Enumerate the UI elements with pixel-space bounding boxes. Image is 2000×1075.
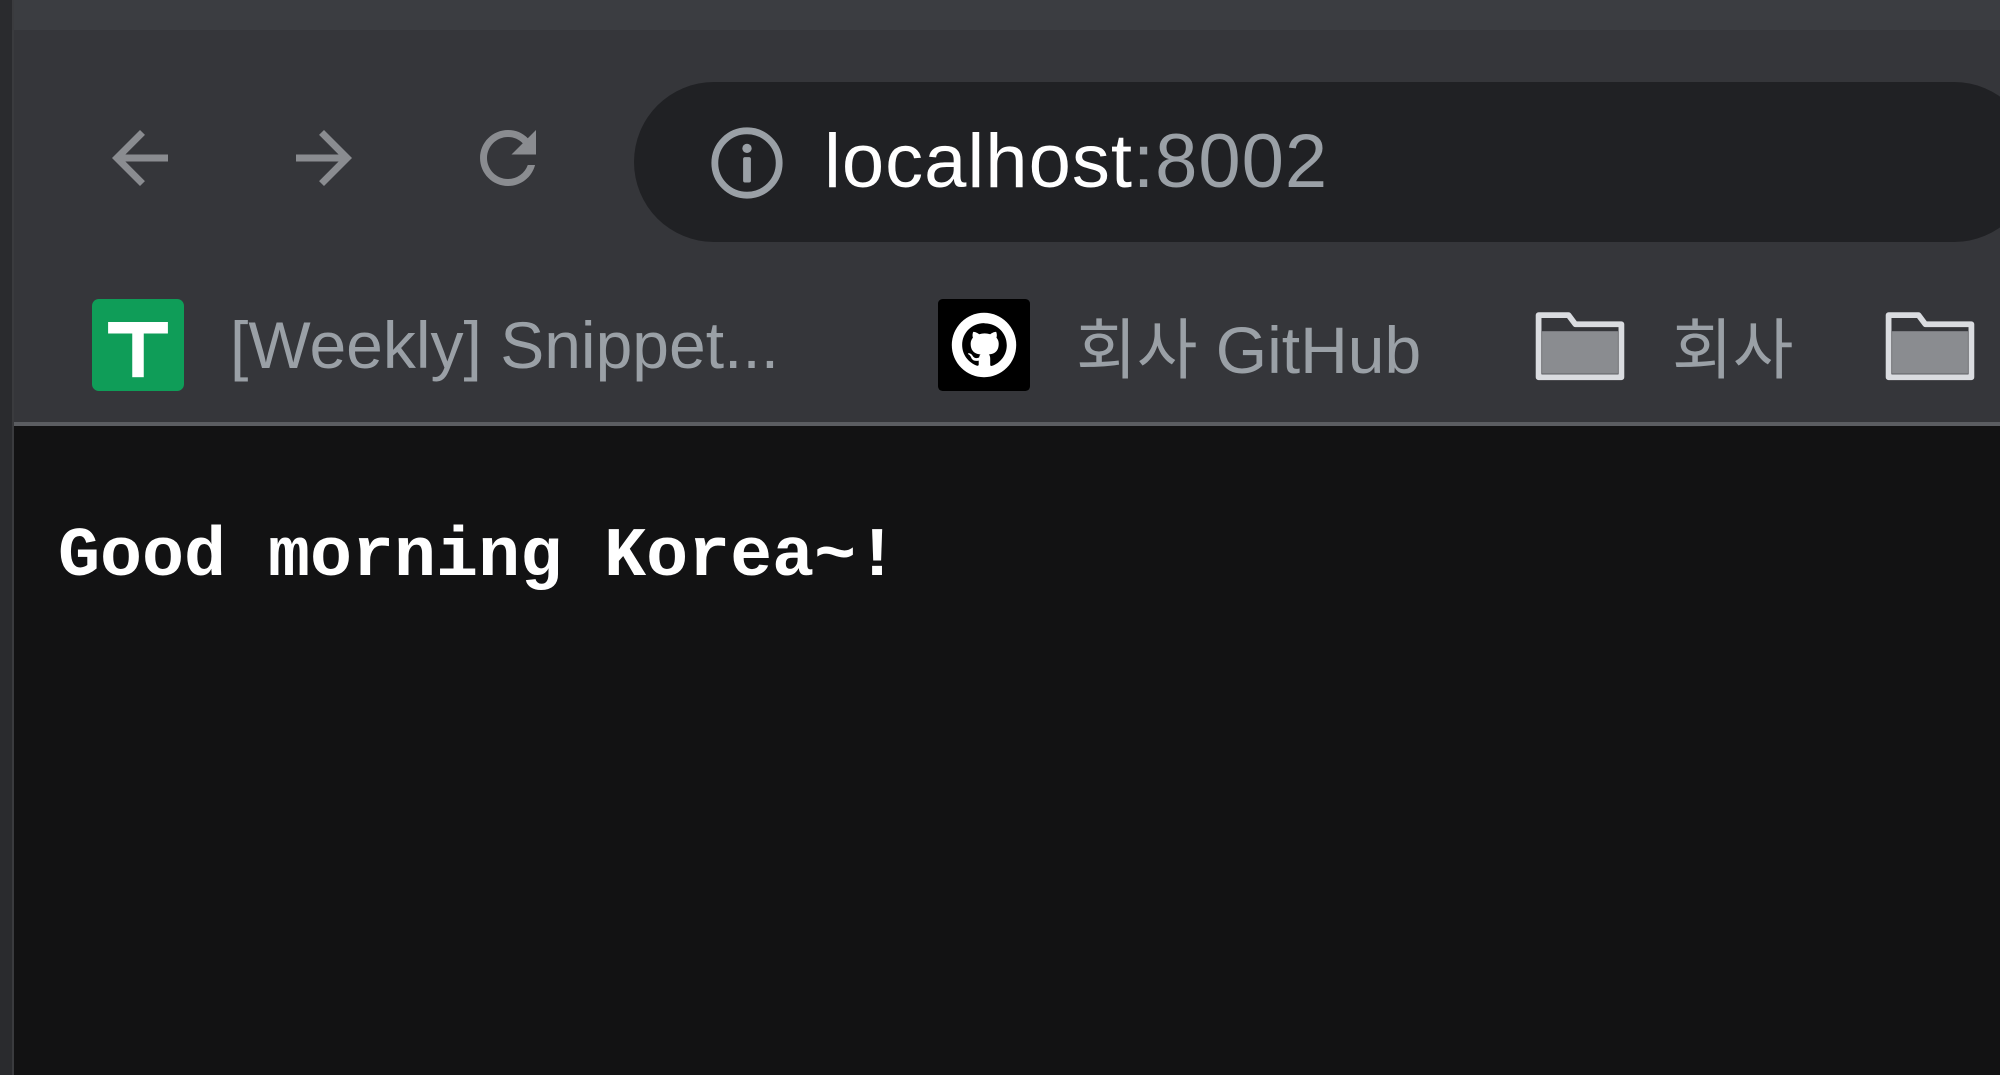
bookmark-folder-company[interactable]: 회사 (1534, 266, 1793, 424)
reload-icon (480, 130, 536, 186)
browser-toolbar: localhost:8002 (14, 30, 2000, 266)
info-icon[interactable] (708, 124, 786, 202)
arrow-left-icon (112, 130, 168, 186)
greeting-text: Good morning Korea~! (58, 518, 899, 597)
tab-strip (14, 0, 2000, 30)
url-text: localhost:8002 (824, 112, 1328, 212)
google-sheets-icon (92, 299, 184, 391)
page-content: Good morning Korea~! (14, 426, 2000, 1075)
back-button[interactable] (92, 110, 188, 206)
forward-button[interactable] (276, 110, 372, 206)
window-left-edge (0, 0, 14, 1075)
bookmark-folder[interactable] (1884, 266, 1976, 424)
folder-icon (1885, 312, 1975, 381)
github-icon (938, 299, 1030, 391)
bookmark-label: 회사 (1672, 313, 1794, 387)
reload-button[interactable] (460, 110, 556, 206)
folder-icon (1535, 312, 1625, 381)
bookmark-label: 회사 GitHub (1076, 313, 1422, 387)
bookmark-weekly-snippet[interactable]: [Weekly] Snippet... (92, 266, 779, 424)
bookmarks-bar: [Weekly] Snippet... 회사 GitHub 회사 (14, 266, 2000, 424)
url-port: :8002 (1132, 119, 1329, 204)
address-bar[interactable]: localhost:8002 (634, 82, 2000, 242)
arrow-right-icon (296, 130, 352, 186)
bookmark-company-github[interactable]: 회사 GitHub (938, 266, 1421, 424)
url-host: localhost (824, 119, 1133, 204)
bookmark-label: [Weekly] Snippet... (230, 308, 780, 382)
browser-window: localhost:8002 [Weekly] Snippet... 회사 Gi… (0, 0, 2000, 1075)
